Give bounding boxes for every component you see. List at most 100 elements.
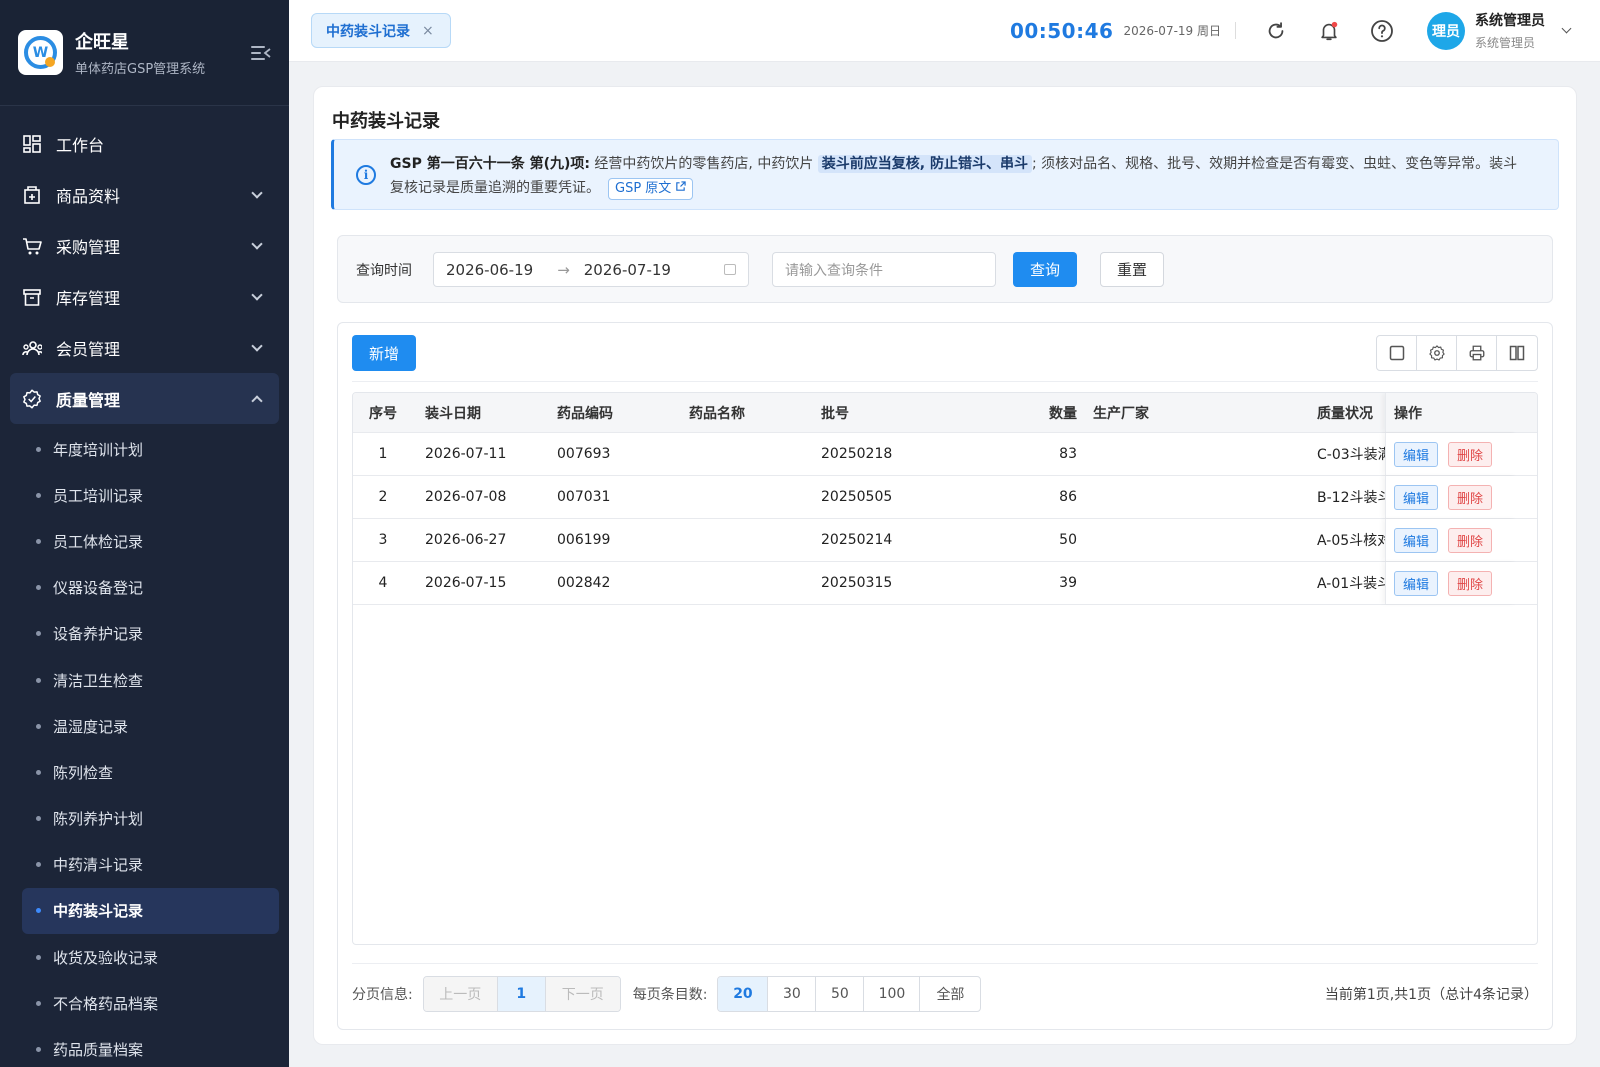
- prev-page-button[interactable]: 上一页: [423, 977, 498, 1011]
- submenu-item[interactable]: 清洁卫生检查: [0, 657, 289, 703]
- submenu-item[interactable]: 收货及验收记录: [0, 934, 289, 980]
- sidebar-item-3[interactable]: 库存管理: [0, 271, 289, 322]
- cell-quality: B-12斗装斗: [1317, 490, 1385, 506]
- submenu-item[interactable]: 设备养护记录: [0, 611, 289, 657]
- submenu-item[interactable]: 员工体检记录: [0, 518, 289, 564]
- table-row[interactable]: 1 2026-07-11 007693 20250218 83 C-03斗装满 编辑 删除: [353, 433, 1537, 476]
- pager-label: 分页信息:: [352, 987, 413, 1003]
- bullet-dot: [36, 492, 41, 498]
- notification-bell-icon[interactable]: [1316, 18, 1342, 44]
- date-range-picker[interactable]: 2026-06-19 → 2026-07-19: [433, 252, 749, 287]
- chevron-down-icon[interactable]: [1561, 23, 1572, 34]
- cell-qty: 83: [1059, 446, 1077, 462]
- sidebar-item-label: 会员管理: [56, 339, 121, 359]
- delete-button[interactable]: 删除: [1448, 527, 1493, 553]
- submenu-item-label: 陈列养护计划: [53, 810, 144, 829]
- submenu-item[interactable]: 陈列检查: [0, 749, 289, 795]
- search-input[interactable]: 请输入查询条件: [772, 252, 996, 287]
- chevron-down-icon: [251, 237, 263, 250]
- page-size-option[interactable]: 100: [864, 977, 921, 1011]
- sidebar-item-5[interactable]: 质量管理: [10, 373, 279, 424]
- bullet-dot: [36, 446, 41, 452]
- edit-button[interactable]: 编辑: [1394, 484, 1439, 510]
- edit-button[interactable]: 编辑: [1394, 570, 1439, 596]
- columns-icon[interactable]: [1497, 336, 1537, 370]
- table-row[interactable]: 3 2026-06-27 006199 20250214 50 A-05斗核对 编辑 删除: [353, 519, 1537, 562]
- column-header: 序号: [369, 405, 397, 422]
- close-icon[interactable]: ×: [422, 23, 434, 39]
- page-1-button[interactable]: 1: [497, 977, 546, 1011]
- page-size-option[interactable]: 20: [718, 977, 769, 1011]
- cell-date: 2026-07-15: [425, 575, 507, 591]
- edit-button[interactable]: 编辑: [1394, 441, 1439, 467]
- submenu-item[interactable]: 中药装斗记录: [22, 887, 279, 935]
- submenu-item-label: 员工培训记录: [53, 486, 144, 505]
- refresh-icon[interactable]: [1263, 18, 1289, 44]
- bullet-dot: [36, 1000, 41, 1006]
- help-icon[interactable]: [1369, 18, 1395, 44]
- page-size-label: 每页条目数:: [632, 987, 708, 1003]
- submenu-item[interactable]: 仪器设备登记: [0, 565, 289, 611]
- column-header: 批号: [821, 405, 849, 422]
- cell-qty: 86: [1059, 489, 1077, 505]
- query-button[interactable]: 查询: [1013, 252, 1077, 287]
- column-header: 生产厂家: [1093, 405, 1149, 422]
- collapse-menu-icon[interactable]: [251, 45, 271, 61]
- top-header: 中药装斗记录 × 00:50:46 2026-07-19 周日 理员 系统管理员…: [289, 0, 1600, 62]
- settings-gear-icon[interactable]: [1417, 336, 1457, 370]
- next-page-button[interactable]: 下一页: [545, 977, 620, 1011]
- submenu-item-label: 不合格药品档案: [53, 994, 159, 1013]
- edit-button[interactable]: 编辑: [1394, 527, 1439, 553]
- page-title: 中药装斗记录: [332, 111, 440, 132]
- sidebar-item-label: 工作台: [56, 135, 105, 155]
- start-date[interactable]: 2026-06-19: [446, 261, 533, 279]
- user-menu[interactable]: 理员 系统管理员 系统管理员: [1427, 10, 1572, 51]
- cell-batch: 20250315: [821, 575, 893, 591]
- table-panel: 新增 序号 装斗日期 药品编码 药品名称 批号 数量 生产厂家 质量状况 操作 1 2026-07…: [337, 322, 1553, 1030]
- end-date[interactable]: 2026-07-19: [584, 261, 671, 279]
- submenu-item[interactable]: 陈列养护计划: [0, 796, 289, 842]
- submenu-item[interactable]: 药品质量档案: [0, 1026, 289, 1067]
- cell-no: 1: [378, 446, 388, 462]
- bullet-dot: [36, 954, 41, 960]
- delete-button[interactable]: 删除: [1448, 484, 1493, 510]
- chevron-down-icon: [251, 186, 263, 199]
- submenu-item[interactable]: 温湿度记录: [0, 703, 289, 749]
- sidebar-item-0[interactable]: 工作台: [0, 118, 289, 169]
- sidebar-item-4[interactable]: 会员管理: [0, 322, 289, 373]
- range-arrow: →: [557, 260, 570, 279]
- delete-button[interactable]: 删除: [1448, 441, 1493, 467]
- submenu-item[interactable]: 员工培训记录: [0, 472, 289, 518]
- tab-current-page[interactable]: 中药装斗记录 ×: [311, 13, 451, 48]
- quality-icon: [22, 389, 42, 409]
- delete-button[interactable]: 删除: [1448, 570, 1493, 596]
- pager-info: 当前第1页,共1页（总计4条记录）: [1324, 987, 1538, 1003]
- cell-qty: 39: [1059, 575, 1077, 591]
- print-icon[interactable]: [1457, 336, 1497, 370]
- submenu-item-label: 温湿度记录: [53, 717, 129, 736]
- main-content: 中药装斗记录 i GSP 第一百六十一条 第(九)项: 经营中药饮片的零售药店,…: [313, 86, 1577, 1045]
- add-button[interactable]: 新增: [352, 335, 416, 371]
- gsp-original-link[interactable]: GSP 原文: [608, 178, 694, 200]
- row-actions: 编辑 删除: [1385, 519, 1517, 561]
- page-size-option[interactable]: 50: [816, 977, 865, 1011]
- submenu-item-label: 药品质量档案: [53, 1041, 144, 1060]
- page-size-option[interactable]: 30: [768, 977, 817, 1011]
- column-header: 药品编码: [557, 405, 613, 422]
- submenu-item[interactable]: 年度培训计划: [0, 426, 289, 472]
- table-row[interactable]: 4 2026-07-15 002842 20250315 39 A-01斗装斗 编辑 删除: [353, 562, 1537, 605]
- submenu-item[interactable]: 不合格药品档案: [0, 980, 289, 1026]
- cell-quality: A-05斗核对: [1317, 533, 1385, 549]
- reset-button[interactable]: 重置: [1100, 252, 1164, 287]
- cell-date: 2026-07-08: [425, 489, 507, 505]
- fullscreen-icon[interactable]: [1377, 336, 1417, 370]
- sidebar-item-2[interactable]: 采购管理: [0, 220, 289, 271]
- table-row[interactable]: 2 2026-07-08 007031 20250505 86 B-12斗装斗 编辑 删除: [353, 476, 1537, 519]
- cart-icon: [22, 236, 42, 256]
- page-nav: 上一页 1 下一页: [422, 976, 621, 1012]
- submenu-item-label: 设备养护记录: [53, 625, 144, 644]
- page-size-option[interactable]: 全部: [920, 977, 980, 1011]
- submenu-item[interactable]: 中药清斗记录: [0, 842, 289, 888]
- sidebar-item-1[interactable]: 商品资料: [0, 169, 289, 220]
- cell-no: 3: [378, 532, 388, 548]
